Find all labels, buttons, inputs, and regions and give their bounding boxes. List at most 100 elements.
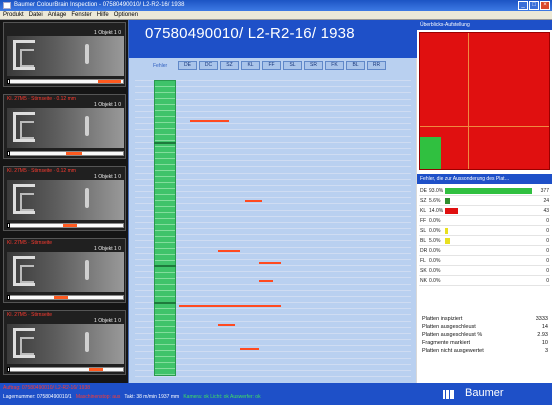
timeline-marker-icon[interactable] bbox=[7, 223, 10, 228]
camera-panel: 1 Objekt 1 0 Kl. 27M5 · Stirnseite · 0.1… bbox=[0, 20, 128, 383]
grid-row-line bbox=[135, 358, 411, 359]
grid-row-line bbox=[135, 191, 411, 192]
defect-percent: 0.0% bbox=[429, 278, 441, 284]
minimize-icon[interactable]: _ bbox=[518, 1, 528, 10]
grid-row-line bbox=[135, 247, 411, 248]
camera-view-3[interactable]: Kl. 27M5 · Stirnseite · 0.12 mm 1 Objekt… bbox=[3, 166, 126, 231]
menu-item-hilfe[interactable]: Hilfe bbox=[97, 12, 109, 18]
grid-row-line bbox=[135, 173, 411, 174]
camera-timeline[interactable] bbox=[7, 223, 124, 228]
defect-percent: 0.0% bbox=[429, 228, 441, 234]
column-button-dc[interactable]: DC bbox=[199, 61, 218, 70]
timeline-defect-mark bbox=[89, 368, 103, 371]
camera-view-5[interactable]: Kl. 27M5 · Stirnseite 1 Objekt 1 0 bbox=[3, 310, 126, 375]
defect-map[interactable] bbox=[135, 80, 411, 378]
stat-label: Platten inspiziert bbox=[422, 316, 463, 322]
column-button-sz[interactable]: SZ bbox=[220, 61, 239, 70]
camera-timeline[interactable] bbox=[7, 367, 124, 372]
stat-row: Platten ausgeschleust % 2.93 bbox=[422, 332, 548, 340]
defect-mark[interactable] bbox=[240, 348, 259, 350]
menu-item-optionen[interactable]: Optionen bbox=[114, 12, 138, 18]
grid-row-line bbox=[135, 123, 411, 124]
camera-image bbox=[7, 108, 124, 148]
inspection-view: 07580490010/ L2-R2-16/ 1938 Fehler DE DC… bbox=[128, 20, 417, 383]
grid-row-line bbox=[135, 86, 411, 87]
defect-code: SL bbox=[420, 228, 427, 234]
stat-row: Platten ausgeschleust 14 bbox=[422, 324, 548, 332]
camera-timeline[interactable] bbox=[7, 295, 124, 300]
grid-row-line bbox=[135, 376, 411, 377]
defect-row[interactable]: SZ 5.6% 24 bbox=[419, 196, 550, 206]
defect-percent: 5.0% bbox=[429, 238, 441, 244]
defect-row[interactable]: SK 0.0% 0 bbox=[419, 266, 550, 276]
column-button-sl[interactable]: SL bbox=[283, 61, 302, 70]
defect-row[interactable]: FL 0.0% 0 bbox=[419, 256, 550, 266]
grid-row-line bbox=[135, 314, 411, 315]
timeline-marker-icon[interactable] bbox=[7, 151, 10, 156]
close-icon[interactable]: × bbox=[540, 1, 550, 10]
defect-row[interactable]: DE 93.0% 377 bbox=[419, 186, 550, 196]
timeline-marker-icon[interactable] bbox=[7, 295, 10, 300]
column-button-kl[interactable]: KL bbox=[241, 61, 260, 70]
column-button-de[interactable]: DE bbox=[178, 61, 197, 70]
defect-row[interactable]: DR 0.0% 0 bbox=[419, 246, 550, 256]
grid-row-line bbox=[135, 265, 411, 266]
stat-value: 3333 bbox=[535, 316, 548, 322]
camera-timeline[interactable] bbox=[7, 79, 124, 84]
grid-row-line bbox=[135, 142, 411, 143]
maximize-icon[interactable]: □ bbox=[529, 1, 539, 10]
defect-code: SK bbox=[420, 268, 427, 274]
timeline-defect-mark bbox=[54, 296, 68, 299]
defect-row[interactable]: FF 0.0% 0 bbox=[419, 216, 550, 226]
defect-mark[interactable] bbox=[259, 262, 281, 264]
menu-item-anlage[interactable]: Anlage bbox=[48, 12, 67, 18]
camera-view-1[interactable]: 1 Objekt 1 0 bbox=[3, 22, 126, 87]
column-button-sr[interactable]: SR bbox=[304, 61, 323, 70]
defect-percent: 14.0% bbox=[429, 208, 444, 214]
overview-treemap[interactable] bbox=[419, 32, 550, 170]
defect-bar-track bbox=[445, 238, 540, 244]
defect-mark[interactable] bbox=[179, 305, 281, 307]
column-button-fk[interactable]: FK bbox=[325, 61, 344, 70]
defect-code: FF bbox=[420, 218, 427, 224]
grid-row-line bbox=[135, 345, 411, 346]
camera-view-4[interactable]: Kl. 27M5 · Stirnseite 1 Objekt 1 0 bbox=[3, 238, 126, 303]
timeline-marker-icon[interactable] bbox=[7, 367, 10, 372]
column-button-bl[interactable]: BL bbox=[346, 61, 365, 70]
defect-mark[interactable] bbox=[218, 250, 240, 252]
defect-mark[interactable] bbox=[218, 324, 235, 326]
treemap-ok-cell[interactable] bbox=[420, 137, 441, 169]
plate-marked-row bbox=[154, 302, 176, 304]
defect-bar bbox=[445, 188, 532, 194]
grid-row-line bbox=[135, 321, 411, 322]
stat-label: Platten ausgeschleust bbox=[422, 324, 476, 330]
defect-mark[interactable] bbox=[245, 200, 262, 202]
defect-row[interactable]: KL 14.0% 43 bbox=[419, 206, 550, 216]
menu-item-datei[interactable]: Datei bbox=[29, 12, 43, 18]
grid-row-line bbox=[135, 228, 411, 229]
defect-row[interactable]: SL 0.0% 0 bbox=[419, 226, 550, 236]
camera-timeline[interactable] bbox=[7, 151, 124, 156]
defect-mark[interactable] bbox=[190, 120, 229, 122]
timeline-marker-icon[interactable] bbox=[7, 79, 10, 84]
menu-item-produkt[interactable]: Produkt bbox=[3, 12, 24, 18]
defect-code: FL bbox=[420, 258, 426, 264]
stat-row: Platten nicht ausgewertet 3 bbox=[422, 348, 548, 356]
column-button-rr[interactable]: RR bbox=[367, 61, 386, 70]
defect-row[interactable]: NK 0.0% 0 bbox=[419, 276, 550, 286]
defect-bar bbox=[445, 208, 458, 214]
defect-percent: 5.6% bbox=[429, 198, 441, 204]
menu-bar: Produkt Datei Anlage Fenster Hilfe Optio… bbox=[0, 11, 552, 20]
defect-bar-track bbox=[445, 228, 540, 234]
defect-count: 0 bbox=[546, 218, 549, 224]
stat-label: Platten ausgeschleust % bbox=[422, 332, 483, 338]
defect-count: 24 bbox=[543, 198, 549, 204]
defect-count: 0 bbox=[546, 228, 549, 234]
menu-item-fenster[interactable]: Fenster bbox=[71, 12, 91, 18]
column-button-ff[interactable]: FF bbox=[262, 61, 281, 70]
camera-image bbox=[7, 252, 124, 292]
camera-view-2[interactable]: Kl. 27M5 · Stirnseite · 0.12 mm 1 Objekt… bbox=[3, 94, 126, 159]
grid-row-line bbox=[135, 296, 411, 297]
defect-row[interactable]: BL 5.0% 0 bbox=[419, 236, 550, 246]
defect-mark[interactable] bbox=[259, 280, 273, 282]
